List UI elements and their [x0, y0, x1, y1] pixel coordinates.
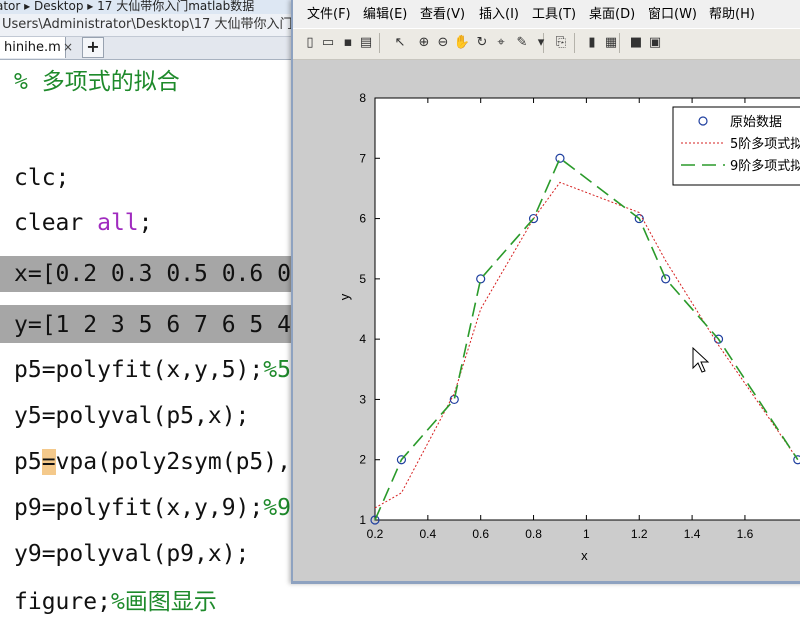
figure-toolbar: ▯ ▭ ▪ ▤ ↖ ⊕ ⊖ ✋ ↻ ⌖ ✎ ▾ ⎘ ▮ ▦ ■ ▣	[293, 28, 800, 60]
code-line[interactable]: figure;%画图显示	[0, 584, 800, 620]
x-tick-label: 1.2	[631, 527, 648, 541]
legend-icon[interactable]: ▦	[602, 34, 620, 52]
menu-item[interactable]: 插入(I)	[479, 3, 519, 27]
code-token: clear	[14, 210, 98, 236]
code-token: %画图显示	[110, 589, 217, 615]
menu-item[interactable]: 桌面(D)	[589, 3, 635, 27]
new-file-icon[interactable]: ▯	[301, 34, 319, 52]
link-icon[interactable]: ⎘	[552, 34, 570, 52]
new-tab-button[interactable]: +	[82, 37, 104, 58]
menu-item[interactable]: 查看(V)	[420, 3, 465, 27]
y-tick-label: 5	[359, 272, 366, 286]
code-token: y=[1 2 3 5 6 7 6 5 4	[14, 312, 291, 338]
code-token: p5	[14, 449, 42, 475]
menu-item[interactable]: 帮助(H)	[709, 3, 755, 27]
menu-bar: 文件(F) 编辑(E) 查看(V) 插入(I) 工具(T) 桌面(D) 窗口(W) 帮助(H)	[293, 3, 800, 27]
code-token: =	[41, 449, 56, 475]
hide-plot-tools-icon[interactable]: ■	[627, 34, 645, 52]
y-tick-label: 2	[359, 453, 366, 467]
code-token: clc;	[14, 165, 70, 191]
save-icon[interactable]: ▪	[339, 34, 357, 52]
code-token: p5=polyfit(x,y,5);	[14, 357, 264, 383]
x-tick-label: 1.4	[684, 527, 701, 541]
x-tick-label: 0.2	[367, 527, 384, 541]
y-axis-label: y	[337, 293, 352, 300]
x-axis-label: x	[581, 548, 588, 563]
brush-icon[interactable]: ✎	[513, 34, 531, 52]
code-token: all	[97, 210, 139, 236]
toolbar-separator	[379, 33, 380, 53]
data-cursor-icon[interactable]: ⌖	[492, 34, 510, 52]
plot-svg[interactable]: 0.2 0.4 0.6 0.8 1 1.2 1.4 1.6 1 2 3 4 5 6 7 8 x y 原始数据 5阶多项…	[293, 60, 800, 581]
x-tick-label: 0.6	[472, 527, 489, 541]
code-token: figure;	[14, 589, 111, 615]
y-tick-label: 1	[359, 513, 366, 527]
x-tick-label: 1.6	[737, 527, 754, 541]
y-tick-label: 8	[359, 91, 366, 105]
code-token: x=[0.2 0.3 0.5 0.6 0.	[14, 261, 305, 287]
tab-file-label: hinihe.m	[4, 40, 61, 55]
close-tab-icon[interactable]: ×	[59, 37, 77, 58]
code-token: % 多项式的拟合	[14, 69, 180, 95]
show-plot-tools-icon[interactable]: ▣	[646, 34, 664, 52]
pan-hand-icon[interactable]: ✋	[453, 34, 471, 52]
menu-item[interactable]: 文件(F)	[307, 3, 351, 27]
menu-item[interactable]: 窗口(W)	[648, 3, 697, 27]
dropdown-arrow-icon[interactable]: ▾	[532, 34, 550, 52]
tab-file[interactable]: hinihe.m	[0, 37, 66, 58]
menu-item[interactable]: 编辑(E)	[363, 3, 407, 27]
print-icon[interactable]: ▤	[357, 34, 375, 52]
code-token: y5=polyval(p5,x);	[14, 403, 250, 429]
figure-window[interactable]: 文件(F) 编辑(E) 查看(V) 插入(I) 工具(T) 桌面(D) 窗口(W) 帮助(H)…	[291, 0, 800, 584]
code-token: y9=polyval(p9,x);	[14, 541, 250, 567]
menu-item[interactable]: 工具(T)	[532, 3, 576, 27]
figure-canvas: 0.2 0.4 0.6 0.8 1 1.2 1.4 1.6 1 2 3 4 5 6 7 8 x y 原始数据 5阶多项…	[293, 60, 800, 581]
zoom-out-icon[interactable]: ⊖	[434, 34, 452, 52]
rotate-icon[interactable]: ↻	[473, 34, 491, 52]
x-tick-label: 0.8	[525, 527, 542, 541]
code-token: p9=polyfit(x,y,9);	[14, 495, 264, 521]
x-tick-label: 1	[583, 527, 590, 541]
y-tick-label: 6	[359, 212, 366, 226]
code-token: ;	[138, 210, 153, 236]
x-tick-label: 0.4	[420, 527, 437, 541]
legend-label: 9阶多项式拟合	[730, 158, 800, 174]
pointer-icon[interactable]: ↖	[391, 34, 409, 52]
legend-label: 5阶多项式拟合	[730, 136, 800, 152]
open-folder-icon[interactable]: ▭	[319, 34, 337, 52]
breadcrumb-path: ator ▸ Desktop ▸ 17 大仙带你入门matlab数据	[0, 0, 255, 13]
code-token: vpa(poly2sym(p5),5	[55, 449, 305, 475]
address-path: Users\Administrator\Desktop\17 大仙带你入门	[2, 17, 293, 32]
zoom-in-icon[interactable]: ⊕	[415, 34, 433, 52]
y-tick-label: 4	[359, 332, 366, 346]
y-tick-label: 7	[359, 151, 366, 165]
legend-label: 原始数据	[730, 115, 782, 130]
colorbar-icon[interactable]: ▮	[583, 34, 601, 52]
y-tick-label: 3	[359, 392, 366, 406]
toolbar-separator	[574, 33, 575, 53]
